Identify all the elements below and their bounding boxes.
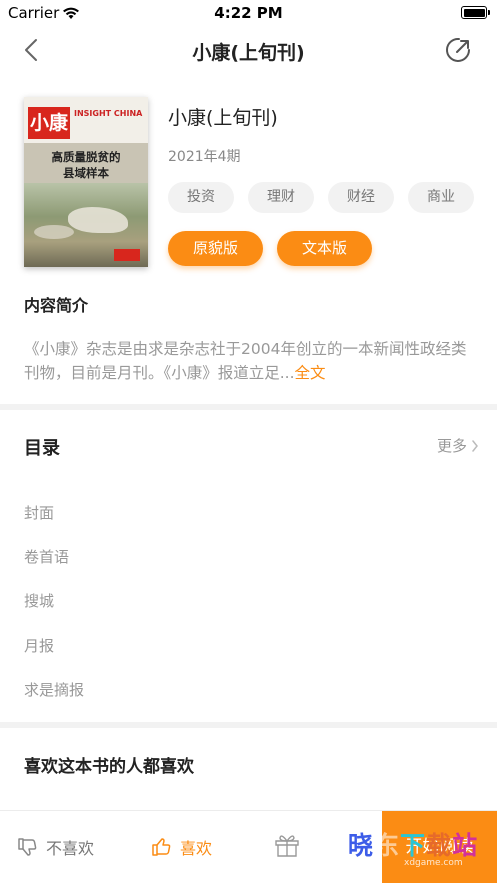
gift-button[interactable] bbox=[272, 831, 302, 859]
catalog-more-button[interactable]: 更多 bbox=[437, 435, 479, 456]
intro-text: 《小康》杂志是由求是杂志社于2004年创立的一本新闻性政经类刊物，目前是月刊。《… bbox=[24, 337, 476, 385]
thumbs-down-icon bbox=[18, 838, 37, 856]
book-cover[interactable]: 小康 INSIGHT CHINA 高质量脱贫的 县域样本 bbox=[24, 97, 148, 267]
catalog-heading: 目录 bbox=[24, 438, 60, 459]
tag-finance[interactable]: 理财 bbox=[248, 182, 314, 213]
cover-headline-line1: 高质量脱贫的 bbox=[51, 150, 121, 164]
text-version-button[interactable]: 文本版 bbox=[277, 231, 372, 266]
share-button[interactable] bbox=[443, 34, 475, 66]
section-divider bbox=[0, 722, 497, 728]
dislike-button[interactable]: 不喜欢 bbox=[16, 835, 94, 859]
catalog-item[interactable]: 搜城 bbox=[24, 590, 54, 611]
original-version-button[interactable]: 原貌版 bbox=[168, 231, 263, 266]
like-label: 喜欢 bbox=[180, 839, 213, 858]
share-icon bbox=[446, 37, 470, 62]
status-time: 4:22 PM bbox=[214, 4, 283, 22]
intro-heading: 内容简介 bbox=[24, 296, 89, 315]
catalog-item[interactable]: 月报 bbox=[24, 635, 54, 656]
cover-english-title: INSIGHT CHINA bbox=[74, 109, 143, 118]
cover-price-badge bbox=[114, 249, 140, 261]
book-issue: 2021年4期 bbox=[168, 149, 241, 165]
intro-body: 《小康》杂志是由求是杂志社于2004年创立的一本新闻性政经类刊物，目前是月刊。《… bbox=[24, 340, 467, 382]
battery-icon bbox=[461, 6, 490, 19]
status-bar: Carrier 4:22 PM bbox=[0, 0, 497, 26]
bottom-action-bar: 不喜欢 喜欢 开始阅读 bbox=[0, 810, 497, 883]
nav-bar: 小康(上旬刊) bbox=[0, 26, 497, 74]
tag-business[interactable]: 商业 bbox=[408, 182, 474, 213]
gift-icon bbox=[275, 835, 299, 857]
tag-economy[interactable]: 财经 bbox=[328, 182, 394, 213]
catalog-item[interactable]: 封面 bbox=[24, 502, 54, 523]
thumbs-up-icon bbox=[152, 838, 171, 856]
chevron-left-icon bbox=[25, 39, 37, 61]
cover-photo-detail bbox=[34, 225, 74, 239]
cover-headline: 高质量脱贫的 县域样本 bbox=[24, 149, 148, 181]
catalog-more-label: 更多 bbox=[436, 437, 467, 455]
dislike-label: 不喜欢 bbox=[46, 839, 95, 858]
chevron-right-icon bbox=[472, 439, 478, 452]
cover-logo: 小康 bbox=[28, 107, 70, 139]
cover-headline-line2: 县域样本 bbox=[63, 166, 109, 180]
tag-invest[interactable]: 投资 bbox=[168, 182, 234, 213]
tag-list: 投资 理财 财经 商业 bbox=[168, 182, 474, 213]
full-text-link[interactable]: 全文 bbox=[295, 364, 326, 382]
site-watermark-url: xdgame.com bbox=[404, 858, 463, 868]
like-button[interactable]: 喜欢 bbox=[150, 835, 212, 859]
section-divider bbox=[0, 404, 497, 410]
page-title: 小康(上旬刊) bbox=[192, 42, 305, 64]
version-buttons: 原貌版 文本版 bbox=[168, 231, 372, 266]
book-title: 小康(上旬刊) bbox=[168, 107, 278, 129]
start-reading-button[interactable]: 开始阅读 bbox=[382, 811, 497, 883]
catalog-item[interactable]: 卷首语 bbox=[24, 546, 69, 567]
back-button[interactable] bbox=[14, 32, 50, 68]
catalog-item[interactable]: 求是摘报 bbox=[24, 679, 84, 700]
recommendation-heading: 喜欢这本书的人都喜欢 bbox=[24, 757, 194, 777]
